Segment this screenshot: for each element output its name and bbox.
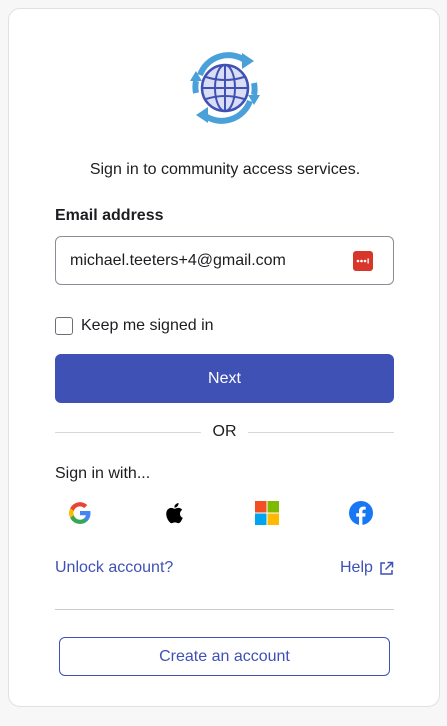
email-label: Email address bbox=[55, 207, 164, 224]
email-field[interactable] bbox=[55, 236, 394, 285]
next-button[interactable]: Next bbox=[55, 354, 394, 403]
divider-line-right bbox=[248, 432, 394, 433]
apple-icon[interactable] bbox=[160, 500, 186, 526]
help-link-label[interactable]: Help bbox=[340, 559, 373, 577]
email-input[interactable] bbox=[70, 237, 340, 284]
create-account-button[interactable]: Create an account bbox=[59, 637, 390, 676]
keep-signed-in-row[interactable]: Keep me signed in bbox=[55, 316, 214, 336]
microsoft-icon[interactable] bbox=[254, 500, 280, 526]
section-divider bbox=[55, 609, 394, 610]
external-link-icon bbox=[380, 561, 394, 575]
password-manager-icon[interactable] bbox=[353, 251, 373, 271]
help-link[interactable]: Help bbox=[340, 559, 394, 577]
google-icon[interactable] bbox=[67, 500, 93, 526]
page-subtitle: Sign in to community access services. bbox=[89, 161, 361, 178]
keep-signed-in-checkbox[interactable] bbox=[55, 317, 73, 335]
sign-in-with-label: Sign in with... bbox=[55, 465, 151, 482]
keep-signed-in-label[interactable]: Keep me signed in bbox=[81, 317, 214, 335]
or-divider: OR bbox=[55, 422, 394, 442]
globe-logo-icon bbox=[186, 45, 264, 131]
facebook-icon[interactable] bbox=[348, 500, 374, 526]
unlock-account-link[interactable]: Unlock account? bbox=[55, 559, 173, 577]
sign-in-card: Sign in to community access services. Em… bbox=[8, 8, 440, 707]
